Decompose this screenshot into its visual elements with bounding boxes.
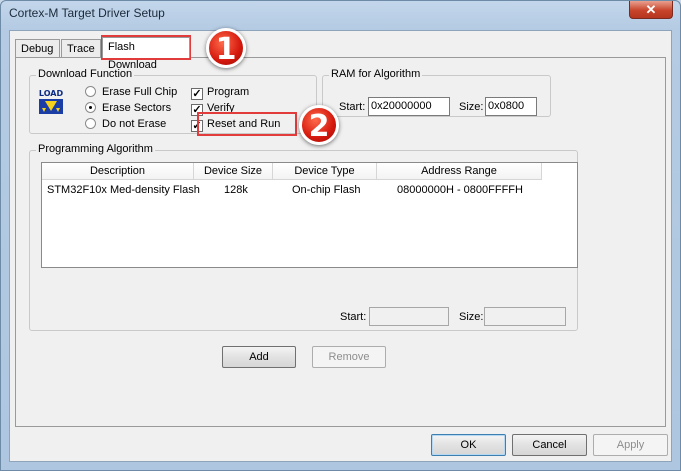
tab-debug-label: Debug xyxy=(21,43,54,55)
cancel-button[interactable]: Cancel xyxy=(512,434,587,456)
checkbox-verify-label: Verify xyxy=(207,102,235,114)
ram-size-input[interactable]: 0x0800 xyxy=(485,97,537,116)
table-cell-device-size: 128k xyxy=(224,184,248,196)
radio-erase-full-chip-circle[interactable] xyxy=(85,86,96,97)
checkbox-reset-and-run-box[interactable]: ✓ xyxy=(191,120,203,132)
checkbox-verify[interactable]: ✓ Verify xyxy=(191,101,235,116)
checkbox-reset-and-run[interactable]: ✓ Reset and Run xyxy=(191,117,281,132)
column-header-address-range[interactable]: Address Range xyxy=(377,163,542,180)
algorithm-start-label: Start: xyxy=(340,311,367,323)
tab-trace[interactable]: Trace xyxy=(61,39,101,57)
checkbox-verify-box[interactable]: ✓ xyxy=(191,104,203,116)
close-button[interactable]: ✕ xyxy=(629,1,673,19)
column-header-device-type[interactable]: Device Type xyxy=(273,163,377,180)
radio-erase-sectors-circle[interactable] xyxy=(85,102,96,113)
programming-algorithm-title: Programming Algorithm xyxy=(36,143,155,155)
load-icon: LOAD xyxy=(36,88,66,118)
tab-debug[interactable]: Debug xyxy=(15,39,60,57)
dialog-client-area: Debug Trace Flash Download Download Func… xyxy=(9,30,672,462)
ram-for-algorithm-title: RAM for Algorithm xyxy=(329,68,423,80)
ram-size-label: Size: xyxy=(459,101,484,113)
radio-do-not-erase-circle[interactable] xyxy=(85,118,96,129)
checkbox-reset-and-run-label: Reset and Run xyxy=(207,118,281,130)
flash-download-panel: Download Function LOAD Erase Full Chip E… xyxy=(15,57,666,427)
checkbox-program-label: Program xyxy=(207,86,250,98)
tab-flash-download[interactable]: Flash Download xyxy=(102,37,190,71)
add-button[interactable]: Add xyxy=(222,346,296,368)
checkbox-program[interactable]: ✓ Program xyxy=(191,85,250,100)
table-cell-description: STM32F10x Med-density Flash xyxy=(47,184,200,196)
close-icon: ✕ xyxy=(645,2,657,17)
dialog-window: Cortex-M Target Driver Setup ✕ Debug Tra… xyxy=(0,0,681,471)
step-1-badge: 1 xyxy=(206,28,246,68)
step-2-badge: 2 xyxy=(299,105,339,145)
algorithm-list[interactable]: Description Device Size Device Type Addr… xyxy=(41,162,578,268)
algorithm-size-input[interactable] xyxy=(484,307,566,326)
tab-flash-download-label: Flash Download xyxy=(108,41,157,71)
algorithm-size-label: Size: xyxy=(459,311,484,323)
column-header-description[interactable]: Description xyxy=(42,163,194,180)
load-icon-text: LOAD xyxy=(39,89,64,98)
checkbox-program-box[interactable]: ✓ xyxy=(191,88,203,100)
apply-button[interactable]: Apply xyxy=(593,434,668,456)
window-title: Cortex-M Target Driver Setup xyxy=(9,6,165,20)
radio-erase-sectors[interactable]: Erase Sectors xyxy=(85,101,171,115)
radio-erase-full-chip[interactable]: Erase Full Chip xyxy=(85,85,177,99)
ok-button[interactable]: OK xyxy=(431,434,506,456)
table-cell-device-type: On-chip Flash xyxy=(292,184,361,196)
remove-button[interactable]: Remove xyxy=(312,346,386,368)
radio-do-not-erase-label: Do not Erase xyxy=(102,118,167,130)
ram-start-label: Start: xyxy=(339,101,366,113)
column-header-device-size[interactable]: Device Size xyxy=(194,163,273,180)
radio-do-not-erase[interactable]: Do not Erase xyxy=(85,117,166,131)
algorithm-start-input[interactable] xyxy=(369,307,449,326)
ram-start-input[interactable]: 0x20000000 xyxy=(368,97,450,116)
table-cell-address-range: 08000000H - 0800FFFFH xyxy=(397,184,523,196)
radio-erase-sectors-label: Erase Sectors xyxy=(102,102,172,114)
algorithm-list-header: Description Device Size Device Type Addr… xyxy=(42,163,577,180)
tab-trace-label: Trace xyxy=(67,43,95,55)
radio-erase-full-chip-label: Erase Full Chip xyxy=(102,86,178,98)
